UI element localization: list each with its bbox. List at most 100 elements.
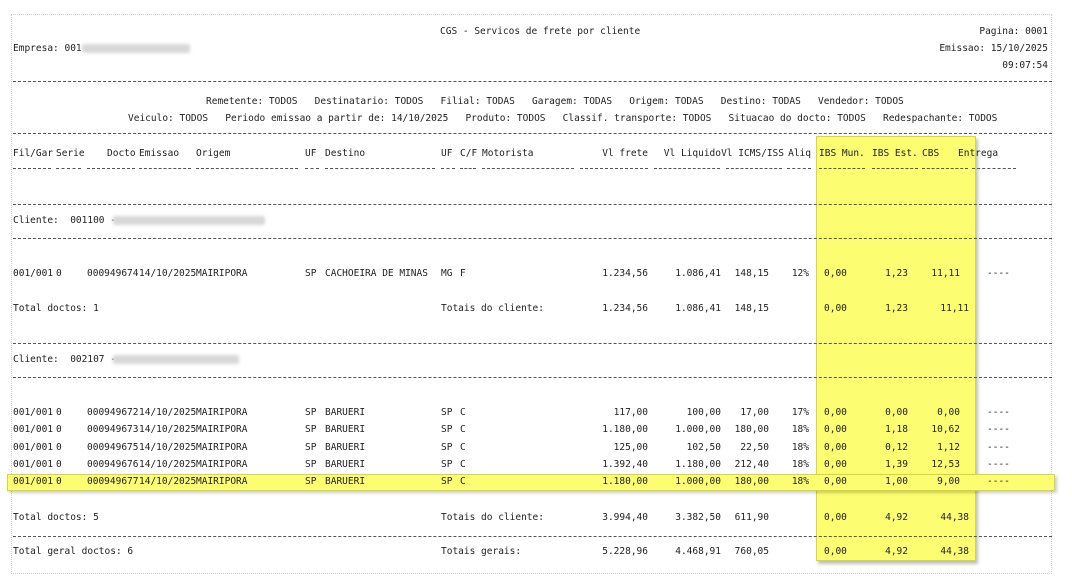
cell-cf: C: [460, 458, 466, 470]
cell-vl-frete: 1.392,40: [602, 458, 648, 470]
cell-vl-icms: 212,40: [734, 458, 769, 470]
cell-ibs-mun: 0,00: [824, 407, 847, 418]
cell-destino: BARUERI: [325, 407, 366, 418]
cell-cbs: 1,12: [937, 441, 960, 453]
grand-totals-label: Totais gerais:: [441, 546, 522, 557]
total-vl-liquido: 3.382,50: [675, 512, 721, 523]
cell-docto: 000949676: [87, 458, 139, 470]
divider: [13, 81, 1052, 82]
totals-label: Totais do cliente:: [441, 512, 544, 523]
cell-cf: C: [460, 476, 466, 488]
cell-serie: 0: [56, 441, 62, 453]
cell-entrega: ----: [987, 458, 1010, 470]
cell-origem: MAIRIPORA: [196, 268, 248, 279]
client-name-redacted: [113, 355, 239, 364]
cell-emissao: 14/10/2025: [139, 441, 197, 453]
cell-emissao: 14/10/2025: [139, 476, 197, 488]
cell-vl-icms: 180,00: [734, 424, 769, 436]
table-row[interactable]: 001/001 0 000949674 14/10/2025 MAIRIPORA…: [0, 268, 1072, 280]
col-aliq: Aliq: [788, 148, 811, 159]
report-title: CGS - Servicos de frete por cliente: [440, 26, 641, 37]
col-ibs-est: IBS Est.: [872, 148, 918, 159]
col-serie: Serie: [56, 148, 85, 159]
cell-aliq: 17%: [791, 407, 809, 418]
cell-aliq: 18%: [791, 476, 809, 488]
grand-totals-row: Total geral doctos: 6 Totais gerais: 5.2…: [0, 546, 1072, 558]
table-row[interactable]: 001/001 0 000949677 14/10/2025 MAIRIPORA SP BA…: [0, 476, 1072, 488]
cell-entrega: ----: [987, 441, 1010, 453]
cell-uf-destino: SP: [441, 458, 453, 470]
table-row[interactable]: 001/001 0 000949675 14/10/2025 MAIRIPORA SP BA…: [0, 442, 1072, 454]
cell-uf-origem: SP: [305, 476, 317, 488]
divider: [13, 204, 1052, 205]
emission-date: Emissao: 15/10/2025: [939, 43, 1048, 54]
company-name-redacted: [82, 44, 190, 53]
table-row[interactable]: 001/001 0 000949672 14/10/2025 MAIRIPORA SP BA…: [0, 407, 1072, 419]
divider: [13, 377, 1052, 378]
totals-label: Totais do cliente:: [441, 303, 544, 314]
cell-cbs: 11,11: [931, 268, 960, 279]
col-origem: Origem: [196, 148, 231, 159]
cell-vl-icms: 17,00: [740, 407, 769, 418]
cell-vl-liquido: 1.000,00: [675, 424, 721, 436]
cell-destino: BARUERI: [325, 441, 366, 453]
cell-aliq: 12%: [791, 268, 809, 279]
grand-vl-liquido: 4.468,91: [675, 546, 721, 557]
cell-filgar: 001/001: [13, 268, 54, 279]
total-vl-frete: 1.234,56: [602, 303, 648, 314]
total-vl-icms: 611,90: [734, 512, 769, 523]
cell-destino: BARUERI: [325, 476, 366, 488]
client-totals-row: Total doctos: 5 Totais do cliente: 3.994…: [0, 512, 1072, 524]
cell-docto: 000949675: [87, 441, 139, 453]
cell-docto: 000949673: [87, 424, 139, 436]
cell-ibs-est: 1,39: [885, 458, 908, 470]
col-uf-destino: UF: [441, 148, 453, 159]
cell-ibs-mun: 0,00: [824, 476, 847, 488]
col-vl-icms: Vl ICMS/ISS: [721, 148, 784, 159]
cell-emissao: 14/10/2025: [139, 424, 197, 436]
col-emissao: Emissao: [139, 148, 180, 159]
cell-serie: 0: [56, 424, 62, 436]
grand-ibs-mun: 0,00: [824, 546, 847, 557]
cell-cbs: 9,00: [937, 476, 960, 488]
cell-ibs-est: 1,00: [885, 476, 908, 488]
table-row[interactable]: 001/001 0 000949673 14/10/2025 MAIRIPORA SP BA…: [0, 424, 1072, 436]
cell-serie: 0: [56, 268, 62, 279]
cell-ibs-mun: 0,00: [824, 458, 847, 470]
cell-uf-destino: MG: [441, 268, 453, 279]
client-label: Cliente: 001100 -: [13, 215, 116, 226]
grand-total-doctos: Total geral doctos: 6: [13, 546, 134, 557]
cell-uf-destino: SP: [441, 441, 453, 453]
cell-entrega: ----: [987, 424, 1010, 436]
grand-vl-icms: 760,05: [734, 546, 769, 557]
cell-vl-liquido: 102,50: [686, 441, 721, 453]
cell-origem: MAIRIPORA: [196, 407, 248, 418]
cell-vl-liquido: 1.000,00: [675, 476, 721, 488]
cell-docto: 000949674: [87, 268, 139, 279]
cell-origem: MAIRIPORA: [196, 458, 248, 470]
cell-cbs: 10,62: [931, 424, 960, 436]
cell-destino: BARUERI: [325, 458, 366, 470]
cell-docto: 000949677: [87, 476, 139, 488]
cell-origem: MAIRIPORA: [196, 441, 248, 453]
total-ibs-est: 4,92: [885, 512, 908, 523]
cell-filgar: 001/001: [13, 407, 54, 418]
cell-vl-frete: 1.180,00: [602, 476, 648, 488]
table-row[interactable]: 001/001 0 000949676 14/10/2025 MAIRIPORA SP BA…: [0, 459, 1072, 471]
col-motorista: Motorista: [482, 148, 534, 159]
cell-filgar: 001/001: [13, 476, 54, 488]
cell-vl-liquido: 1.180,00: [675, 458, 721, 470]
col-uf-origem: UF: [305, 148, 317, 159]
cell-destino: CACHOEIRA DE MINAS: [325, 268, 428, 279]
cell-ibs-est: 1,18: [885, 424, 908, 436]
grand-cbs: 44,38: [940, 546, 969, 557]
divider: [13, 133, 1052, 134]
cell-cf: F: [460, 268, 466, 279]
cell-cf: C: [460, 441, 466, 453]
cell-filgar: 001/001: [13, 424, 54, 436]
filters-line-1: Remetente: TODOS Destinatario: TODOS Fil…: [206, 96, 904, 107]
cell-entrega: ----: [987, 476, 1010, 488]
cell-vl-liquido: 1.086,41: [675, 268, 721, 279]
cell-vl-frete: 1.234,56: [602, 268, 648, 279]
cell-aliq: 18%: [791, 424, 809, 436]
